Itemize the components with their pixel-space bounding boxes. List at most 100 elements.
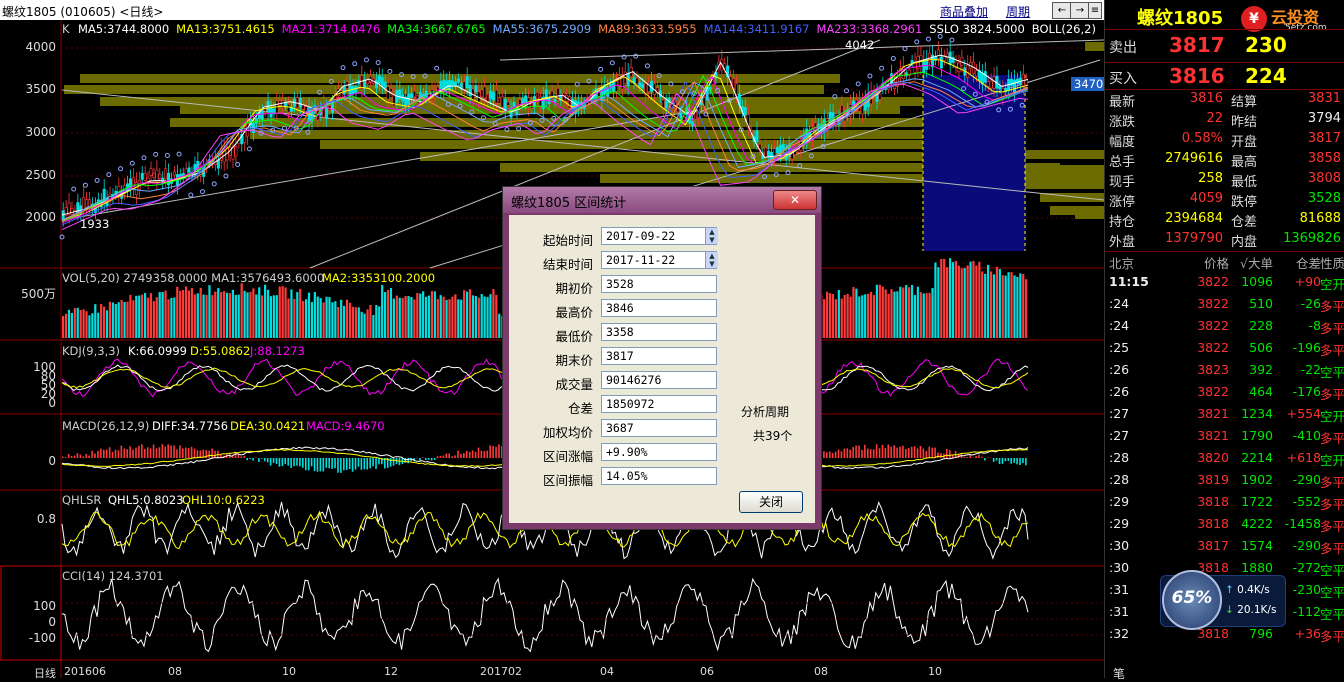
quote-stat-value: 4059 — [1153, 191, 1223, 206]
dialog-field-input[interactable]: 2017-09-22 — [601, 227, 717, 245]
dialog-body: 起始时间2017-09-22▲▼结束时间2017-11-22▲▼期初价3528最… — [509, 215, 815, 523]
date-tick: 12 — [384, 665, 398, 678]
dialog-field-input[interactable]: 90146276 — [601, 371, 717, 389]
candle — [469, 85, 471, 96]
quote-stat-label: 最低 — [1231, 171, 1257, 190]
macd-bar — [1019, 458, 1021, 465]
macd-bar — [132, 450, 134, 458]
tick-cell: -290 — [1271, 538, 1321, 553]
candle — [82, 197, 84, 209]
spin-icon[interactable]: ▲▼ — [705, 228, 718, 244]
macd-bar — [419, 458, 421, 461]
candle — [159, 174, 161, 178]
range-stats-dialog[interactable]: 螺纹1805 区间统计 ✕ 起始时间2017-09-22▲▼结束时间2017-1… — [502, 186, 822, 530]
volume-bar — [147, 298, 149, 338]
tick-row[interactable]: :2838191902-290多平 — [1105, 472, 1344, 494]
sar-dot — [165, 154, 169, 158]
close-icon[interactable]: ✕ — [773, 190, 817, 210]
dialog-field-input[interactable]: 3687 — [601, 419, 717, 437]
tick-row[interactable]: :3038171574-290多平 — [1105, 538, 1344, 560]
macd-bar — [463, 453, 465, 458]
tick-cell: 4222 — [1213, 516, 1273, 531]
volume-bar — [928, 293, 930, 338]
volume-bar — [170, 298, 172, 338]
macd-bar — [179, 445, 181, 458]
dialog-field-input[interactable]: 3358 — [601, 323, 717, 341]
volume-bar — [838, 290, 840, 338]
tick-row[interactable]: :2938181722-552多平 — [1105, 494, 1344, 516]
dialog-title-bar[interactable]: 螺纹1805 区间统计 ✕ — [503, 187, 821, 213]
tick-row[interactable]: :2838202214+618空开 — [1105, 450, 1344, 472]
candle — [466, 77, 468, 88]
sar-dot — [189, 193, 193, 197]
macd-bar — [305, 458, 307, 470]
volume-bar — [364, 314, 366, 338]
instrument-name: 螺纹1805 — [1137, 4, 1223, 30]
volume-bar — [372, 315, 374, 338]
volume-bar — [366, 309, 368, 338]
macd-bar — [62, 457, 64, 458]
tick-row[interactable]: :2938184222-1458多平 — [1105, 516, 1344, 538]
tick-row[interactable]: :263822464-176多平 — [1105, 384, 1344, 406]
dialog-field-input[interactable]: 3846 — [601, 299, 717, 317]
macd-bar — [495, 447, 497, 458]
dialog-field-input[interactable]: 3528 — [601, 275, 717, 293]
tick-cell: :30 — [1109, 560, 1149, 575]
candle — [879, 94, 881, 99]
macd-bar — [317, 458, 319, 472]
tick-cell: 空开 — [1315, 406, 1344, 425]
volume-bar — [65, 314, 67, 338]
volume-bar — [1025, 279, 1027, 338]
tick-row[interactable]: :2738211790-410多平 — [1105, 428, 1344, 450]
volume-bar — [829, 293, 831, 338]
volume-bar — [164, 291, 166, 338]
macd-bar — [279, 458, 281, 467]
volume-bar — [290, 289, 292, 338]
dialog-field-input[interactable]: 2017-11-22 — [601, 251, 717, 269]
low-marker: 1933 — [80, 217, 109, 231]
tick-cell: 多平 — [1315, 472, 1344, 491]
volume-bar — [173, 297, 175, 338]
tick-row[interactable]: :263823392-22空平 — [1105, 362, 1344, 384]
selection-box — [1, 566, 61, 660]
memory-gauge[interactable]: 65% — [1162, 570, 1222, 630]
volume-bar — [255, 294, 257, 338]
dialog-field-input[interactable]: 14.05% — [601, 467, 717, 485]
volume-bar — [62, 316, 64, 338]
quote-stat-label: 内盘 — [1231, 231, 1257, 250]
ask-volume: 230 — [1245, 33, 1287, 57]
macd-bar — [323, 458, 325, 471]
high-marker: 4042 — [845, 38, 874, 52]
tick-cell: :24 — [1109, 296, 1149, 311]
candle — [492, 92, 494, 100]
dialog-field-input[interactable]: +9.90% — [601, 443, 717, 461]
dialog-field-row: 最低价 3358 — [509, 323, 815, 345]
dialog-field-label: 区间涨幅 — [509, 446, 593, 465]
macd-bar — [1008, 458, 1010, 461]
tick-row[interactable]: :243822228-8多平 — [1105, 318, 1344, 340]
volume-bar — [191, 288, 193, 338]
tick-row[interactable]: :253822506-196多平 — [1105, 340, 1344, 362]
tick-row[interactable]: :323818796+36多平 — [1105, 626, 1344, 648]
tick-cell: +90 — [1271, 274, 1321, 289]
tick-row[interactable]: :2738211234+554空开 — [1105, 406, 1344, 428]
dialog-field-label: 最低价 — [509, 326, 593, 345]
spin-icon[interactable]: ▲▼ — [705, 252, 718, 268]
macd-bar — [445, 454, 447, 458]
volume-bar — [138, 296, 140, 338]
macd-bar — [211, 448, 213, 458]
ma-legend-item: MA21:3714.0476 — [282, 22, 381, 36]
dialog-field-input[interactable]: 1850972 — [601, 395, 717, 413]
macd-bar — [249, 458, 251, 459]
candle — [495, 90, 497, 103]
tick-row[interactable]: :243822510-26多平 — [1105, 296, 1344, 318]
close-button[interactable]: 关闭 — [739, 491, 803, 513]
tick-row[interactable]: 11:1538221096+90空开 — [1105, 274, 1344, 296]
date-tick: 日线 — [34, 665, 56, 681]
dialog-field-input[interactable]: 3817 — [601, 347, 717, 365]
volume-bar — [264, 285, 266, 338]
volume-bar — [873, 295, 875, 338]
volume-bar — [358, 307, 360, 338]
volume-bar — [1019, 273, 1021, 338]
volume-bar — [943, 259, 945, 338]
